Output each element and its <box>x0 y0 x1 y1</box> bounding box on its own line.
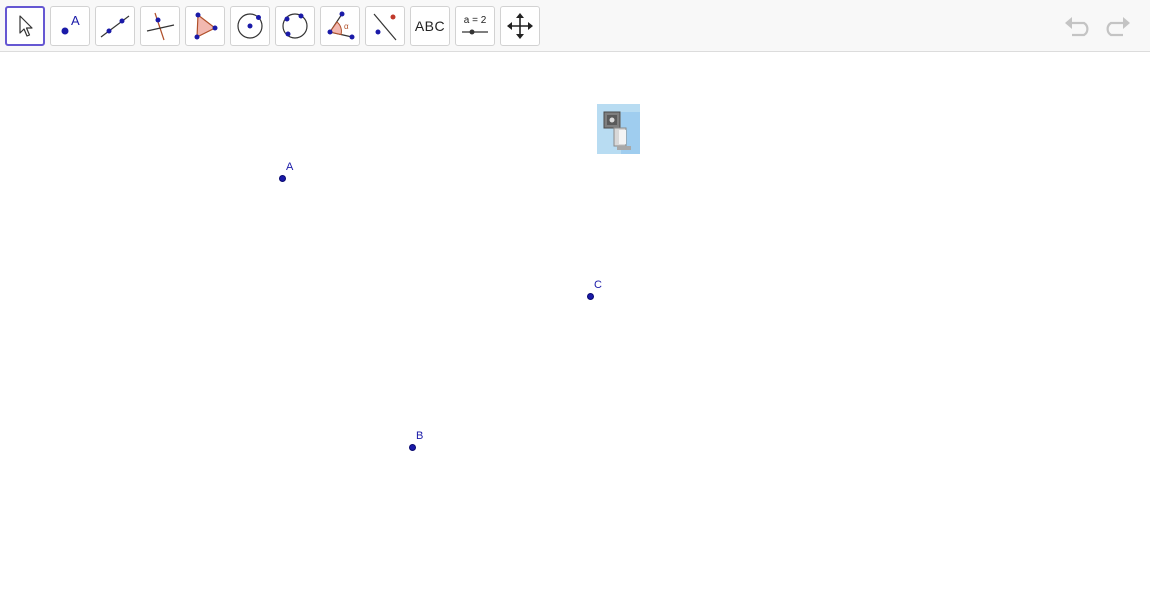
circle-three-points-tool-button[interactable] <box>275 6 315 46</box>
inserted-image[interactable] <box>597 104 640 154</box>
move-graphics-view-icon <box>507 13 533 39</box>
point-tool-button[interactable]: A <box>50 6 90 46</box>
move-tool-button[interactable] <box>5 6 45 46</box>
redo-button[interactable] <box>1099 12 1133 40</box>
undo-button[interactable] <box>1062 12 1096 40</box>
polygon-tool-button[interactable] <box>185 6 225 46</box>
circle-center-point-icon <box>237 13 263 39</box>
point-tool-label: A <box>71 13 80 28</box>
graphics-view[interactable]: A B C <box>0 53 1150 602</box>
redo-icon <box>1106 17 1130 37</box>
toolbar: A α ABC a = 2 <box>0 0 1150 52</box>
point-b-label[interactable]: B <box>416 430 423 442</box>
inserted-image-icon <box>597 104 640 154</box>
point-a-label[interactable]: A <box>286 161 293 173</box>
perpendicular-line-tool-button[interactable] <box>140 6 180 46</box>
undo-icon <box>1065 17 1089 37</box>
angle-tool-button[interactable]: α <box>320 6 360 46</box>
point-c-label[interactable]: C <box>594 279 602 291</box>
svg-text:α: α <box>344 22 349 31</box>
text-tool-icon: ABC <box>414 18 446 34</box>
reflect-line-tool-button[interactable] <box>365 6 405 46</box>
angle-icon: α <box>327 11 355 40</box>
point-icon: A <box>61 13 80 35</box>
point-a[interactable] <box>278 174 286 182</box>
text-tool-button[interactable]: ABC <box>410 6 450 46</box>
circle-three-points-icon <box>282 13 308 39</box>
circle-center-tool-button[interactable] <box>230 6 270 46</box>
line-icon <box>100 15 130 38</box>
slider-icon: a = 2 <box>462 15 488 35</box>
slider-tool-button[interactable]: a = 2 <box>455 6 495 46</box>
move-cursor-icon <box>19 15 33 37</box>
line-tool-button[interactable] <box>95 6 135 46</box>
point-c[interactable] <box>586 292 594 300</box>
perpendicular-line-icon <box>146 12 175 41</box>
polygon-icon <box>194 12 218 40</box>
slider-tool-label: a = 2 <box>464 15 487 26</box>
point-b[interactable] <box>408 443 416 451</box>
reflect-line-icon <box>373 13 397 41</box>
move-graphics-view-tool-button[interactable] <box>500 6 540 46</box>
